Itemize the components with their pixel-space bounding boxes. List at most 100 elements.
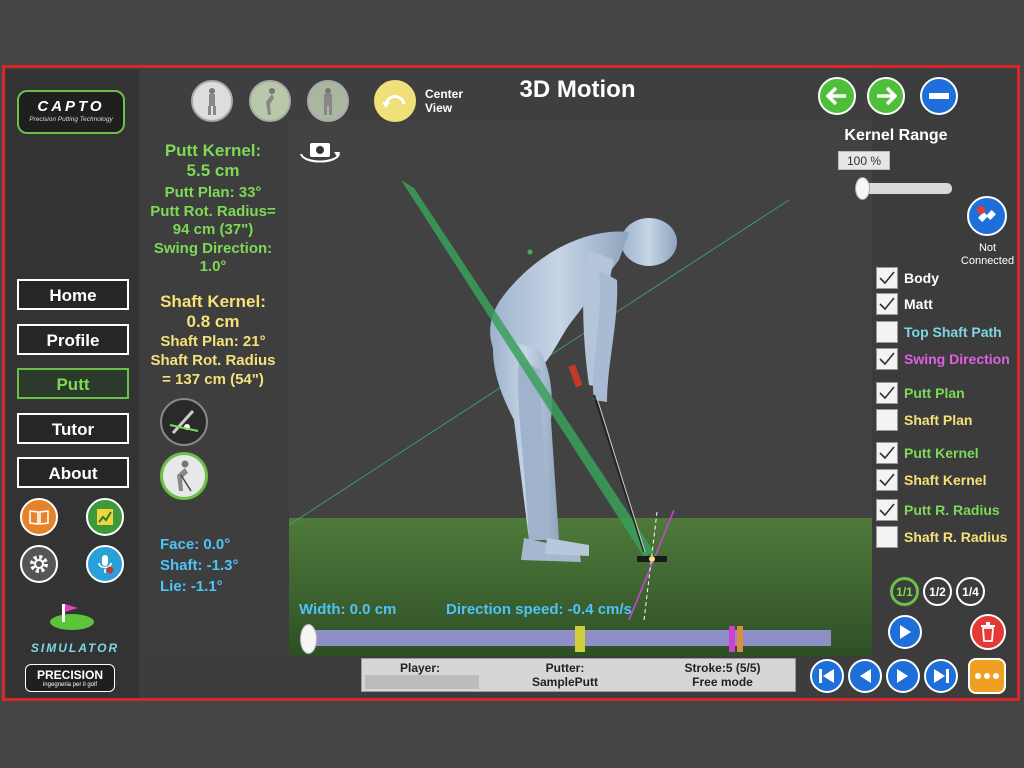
checkmark-icon (879, 271, 895, 285)
camera-rotate-icon[interactable] (298, 138, 342, 168)
putt-kernel-label: Putt Kernel: (164, 141, 262, 160)
simulator-label: SIMULATOR (30, 641, 120, 655)
precision-logo: PRECISION ingegneria per il golf (25, 664, 115, 692)
angles-panel: Face: 0.0° Shaft: -1.3° Lie: -1.1° (160, 534, 239, 597)
center-view-icon[interactable] (374, 80, 416, 122)
nav-profile-button[interactable]: Profile (17, 324, 129, 355)
shaft-angle: Shaft: -1.3° (160, 557, 239, 574)
player-value (365, 675, 479, 689)
face-angle: Face: 0.0° (160, 536, 231, 553)
shaft-kernel-label: Shaft Kernel: (160, 292, 266, 311)
toggle-checkbox-body[interactable] (876, 267, 898, 289)
putt-rot-radius-label: Putt Rot. Radius= (150, 203, 276, 220)
microphone-icon[interactable] (86, 545, 124, 583)
timeline-marker-yellow (575, 626, 585, 652)
timeline-track[interactable] (307, 630, 831, 646)
shaft-plan: Shaft Plan: 21° (160, 333, 266, 350)
toggle-checkbox-putt-r-radius[interactable] (876, 499, 898, 521)
toggle-checkbox-shaft-plan[interactable] (876, 409, 898, 431)
3d-viewport[interactable] (289, 120, 872, 656)
kernel-range-value: 100 % (838, 151, 890, 170)
nav-about-button[interactable]: About (17, 457, 129, 488)
player-label: Player: (400, 661, 441, 675)
arrow-left-icon[interactable] (818, 77, 856, 115)
capto-logo: CAPTO Precision Putting Technology (17, 90, 125, 134)
toggle-checkbox-top-shaft-path[interactable] (876, 321, 898, 343)
book-icon[interactable] (20, 498, 58, 536)
width-readout: Width: 0.0 cm (299, 601, 397, 618)
golfer-back-icon[interactable] (307, 80, 349, 122)
checkmark-icon (879, 297, 895, 311)
direction-speed-readout: Direction speed: -0.4 cm/s (446, 601, 632, 618)
toggle-checkbox-matt[interactable] (876, 293, 898, 315)
swing-direction-value: 1.0° (199, 258, 227, 275)
timeline-handle[interactable] (300, 624, 317, 654)
toggle-label-putt-r-radius[interactable]: Putt R. Radius (904, 502, 1000, 518)
page-title: 3D Motion (519, 76, 636, 103)
toggle-checkbox-putt-kernel[interactable] (876, 442, 898, 464)
prev-icon[interactable] (848, 659, 882, 693)
toggle-label-matt[interactable]: Matt (904, 296, 933, 312)
chart-icon[interactable] (86, 498, 124, 536)
nav-home-button[interactable]: Home (17, 279, 129, 310)
trash-icon[interactable] (970, 614, 1006, 650)
golfer-side-icon[interactable] (249, 80, 291, 122)
toggle-checkbox-shaft-r-radius[interactable] (876, 526, 898, 548)
putt-rot-radius-value: 94 cm (37") (172, 221, 254, 238)
toggle-label-putt-plan[interactable]: Putt Plan (904, 385, 965, 401)
skip-last-icon[interactable] (924, 659, 958, 693)
golfer-address-icon[interactable] (160, 452, 208, 500)
play-icon[interactable] (888, 615, 922, 649)
simulator-logo-icon (48, 600, 96, 634)
toggle-label-putt-kernel[interactable]: Putt Kernel (904, 445, 979, 461)
timeline-marker-orange (737, 626, 743, 652)
minus-icon[interactable] (920, 77, 958, 115)
toggle-label-shaft-r-radius[interactable]: Shaft R. Radius (904, 529, 1007, 545)
toggle-checkbox-putt-plan[interactable] (876, 382, 898, 404)
shaft-rot-radius-label: Shaft Rot. Radius (150, 352, 276, 369)
speed-1-2-button[interactable]: 1/2 (923, 577, 952, 606)
checkmark-icon (879, 503, 895, 517)
putter-view-icon[interactable] (160, 398, 208, 446)
golfer-front-icon[interactable] (191, 80, 233, 122)
kernel-range-handle[interactable] (855, 177, 870, 200)
center-view-label[interactable]: Center View (425, 87, 463, 115)
checkmark-icon (879, 386, 895, 400)
toggle-label-swing-direction[interactable]: Swing Direction (904, 351, 1010, 367)
lie-angle: Lie: -1.1° (160, 578, 223, 595)
more-icon[interactable] (968, 658, 1006, 694)
speed-1-4-button[interactable]: 1/4 (956, 577, 985, 606)
shaft-kernel-value: 0.8 cm (186, 312, 240, 331)
golfer-model (490, 218, 677, 562)
checkmark-icon (879, 473, 895, 487)
next-icon[interactable] (886, 659, 920, 693)
kernel-range-track[interactable] (858, 183, 952, 194)
toggle-label-top-shaft-path[interactable]: Top Shaft Path (904, 324, 1002, 340)
checkmark-icon (879, 352, 895, 366)
shaft-rot-radius-value: = 137 cm (54") (162, 371, 264, 388)
gear-icon[interactable] (20, 545, 58, 583)
skip-first-icon[interactable] (810, 659, 844, 693)
timeline-marker-magenta (729, 626, 735, 652)
arrow-right-icon[interactable] (867, 77, 905, 115)
putter-value: SamplePutt (531, 675, 598, 689)
connection-status: Not Connected (960, 242, 1015, 267)
toggle-label-shaft-plan[interactable]: Shaft Plan (904, 412, 972, 428)
checkmark-icon (879, 446, 895, 460)
stroke-label: Stroke:5 (5/5) (684, 661, 761, 675)
toggle-checkbox-swing-direction[interactable] (876, 348, 898, 370)
putt-kernel-value: 5.5 cm (186, 161, 240, 180)
nav-tutor-button[interactable]: Tutor (17, 413, 129, 444)
toggle-label-shaft-kernel[interactable]: Shaft Kernel (904, 472, 986, 488)
putter-label: Putter: (545, 661, 585, 675)
plug-icon[interactable] (967, 196, 1007, 236)
toggle-checkbox-shaft-kernel[interactable] (876, 469, 898, 491)
toggle-label-body[interactable]: Body (904, 270, 939, 286)
swing-direction-label: Swing Direction: (153, 240, 273, 257)
nav-putt-button[interactable]: Putt (17, 368, 129, 399)
speed-1-1-button[interactable]: 1/1 (890, 577, 919, 606)
putt-plan: Putt Plan: 33° (164, 184, 262, 201)
mode-label: Free mode (692, 675, 753, 689)
3d-scene (289, 180, 872, 656)
kernel-range-label: Kernel Range (844, 127, 948, 144)
